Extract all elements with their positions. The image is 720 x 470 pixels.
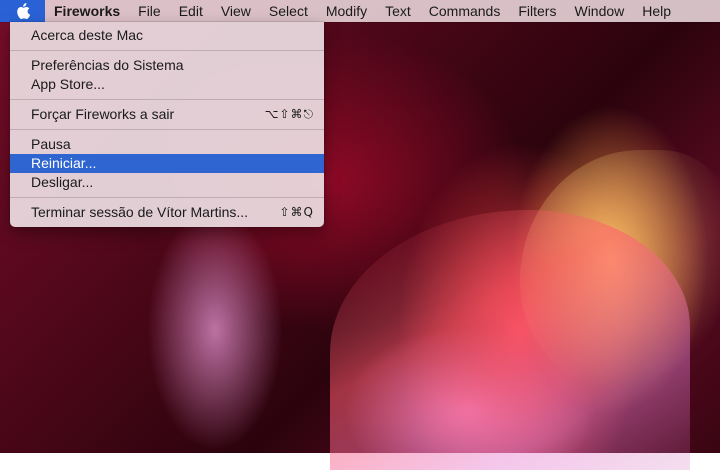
menu-help[interactable]: Help [633,0,680,22]
menu-item-label: Reiniciar... [31,155,97,171]
menu-edit[interactable]: Edit [170,0,212,22]
menu-item-shortcut: ⇧⌘Q [279,205,314,219]
wallpaper-rock-wave [330,210,690,470]
menu-file[interactable]: File [129,0,170,22]
menu-item-label: Desligar... [31,174,94,190]
menu-fireworks[interactable]: Fireworks [45,0,129,22]
menu-item-label: Terminar sessão de Vítor Martins... [31,204,249,220]
menu-item-shortcut: ⌥⇧⌘⎋ [264,107,314,121]
menu-filters[interactable]: Filters [509,0,565,22]
menu-separator [10,129,324,130]
apple-menu-button[interactable] [0,0,45,22]
apple-logo-icon [16,3,30,19]
menu-separator [10,99,324,100]
menu-item-label: Pausa [31,136,71,152]
menu-item-app-store[interactable]: App Store... [10,75,324,94]
menu-item-force-quit[interactable]: Forçar Fireworks a sair ⌥⇧⌘⎋ [10,105,324,124]
menu-item-sleep[interactable]: Pausa [10,135,324,154]
menu-modify[interactable]: Modify [317,0,376,22]
menu-select[interactable]: Select [260,0,317,22]
menu-item-label: App Store... [31,76,105,92]
menu-separator [10,50,324,51]
menu-item-label: Acerca deste Mac [31,27,144,43]
menu-bar: Fireworks File Edit View Select Modify T… [0,0,720,22]
menu-item-label: Forçar Fireworks a sair [31,106,175,122]
menu-item-logout[interactable]: Terminar sessão de Vítor Martins... ⇧⌘Q [10,203,324,222]
menu-window[interactable]: Window [565,0,633,22]
menu-view[interactable]: View [212,0,260,22]
menu-text[interactable]: Text [376,0,420,22]
menu-separator [10,197,324,198]
menu-item-about-mac[interactable]: Acerca deste Mac [10,26,324,45]
menu-item-shutdown[interactable]: Desligar... [10,173,324,192]
menu-item-label: Preferências do Sistema [31,57,184,73]
menu-commands[interactable]: Commands [420,0,510,22]
menu-item-restart[interactable]: Reiniciar... [10,154,324,173]
apple-menu-dropdown: Acerca deste Mac Preferências do Sistema… [10,22,324,227]
menu-item-system-preferences[interactable]: Preferências do Sistema [10,56,324,75]
